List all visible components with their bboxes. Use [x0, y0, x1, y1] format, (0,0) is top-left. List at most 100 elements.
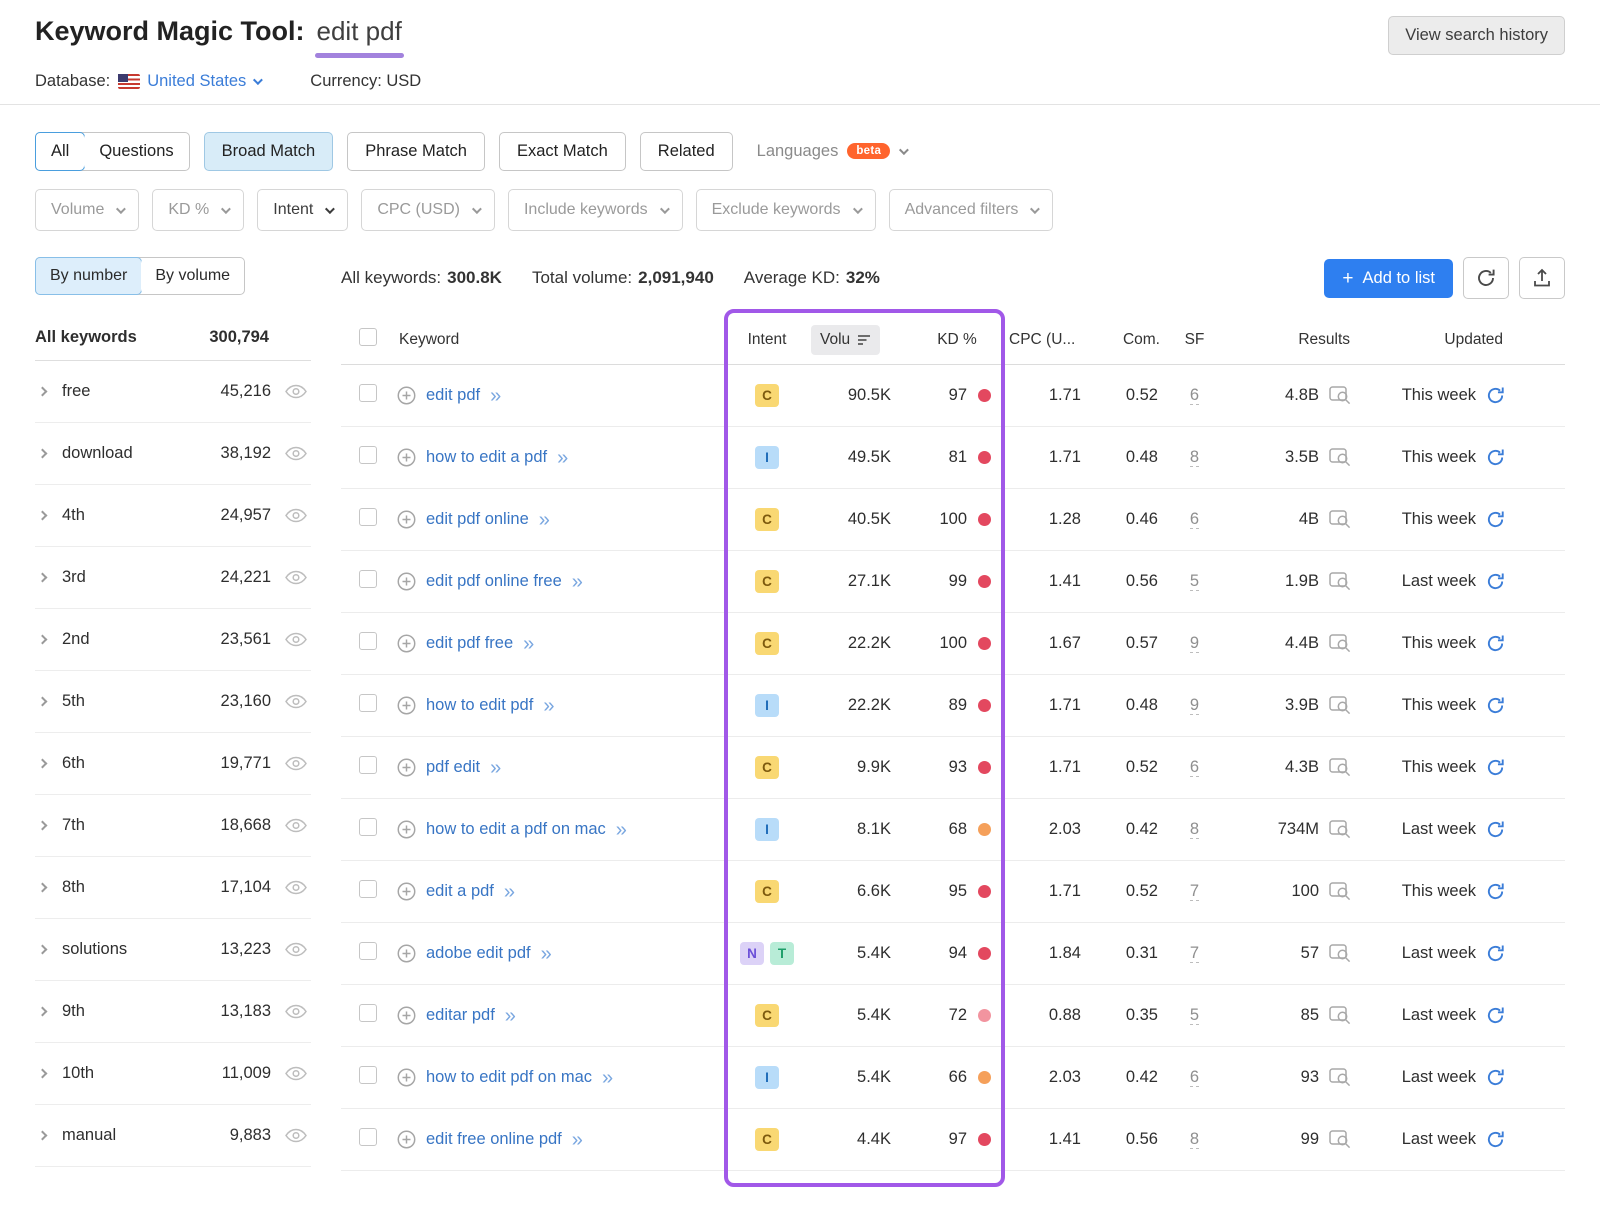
tab-related[interactable]: Related	[640, 132, 733, 171]
filter-dropdown[interactable]: Include keywords	[508, 189, 683, 231]
keyword-link[interactable]: edit a pdf	[426, 882, 494, 901]
sf-link[interactable]: 6	[1190, 1068, 1199, 1087]
add-keyword-icon[interactable]	[397, 758, 416, 777]
double-chevron-icon[interactable]: »	[504, 882, 515, 902]
keyword-link[interactable]: pdf edit	[426, 758, 480, 777]
keyword-link[interactable]: how to edit a pdf on mac	[426, 820, 606, 839]
languages-dropdown[interactable]: Languages beta	[757, 142, 907, 161]
sf-link[interactable]: 6	[1190, 386, 1199, 405]
eye-icon[interactable]	[285, 818, 311, 833]
sidebar-keyword-group[interactable]: 10th 11,009	[35, 1043, 311, 1105]
keyword-link[interactable]: edit pdf online	[426, 510, 529, 529]
filter-dropdown[interactable]: Advanced filters	[889, 189, 1054, 231]
sidebar-keyword-group[interactable]: 7th 18,668	[35, 795, 311, 857]
double-chevron-icon[interactable]: »	[572, 1130, 583, 1150]
row-checkbox[interactable]	[359, 756, 377, 774]
column-kd[interactable]: KD %	[907, 331, 1007, 349]
column-keyword[interactable]: Keyword	[397, 331, 727, 349]
refresh-table-button[interactable]	[1463, 257, 1509, 299]
eye-icon[interactable]	[285, 1128, 311, 1143]
select-all-checkbox[interactable]	[359, 328, 377, 346]
eye-icon[interactable]	[285, 942, 311, 957]
sf-link[interactable]: 8	[1190, 1130, 1199, 1149]
double-chevron-icon[interactable]: »	[557, 448, 568, 468]
add-keyword-icon[interactable]	[397, 386, 416, 405]
refresh-icon[interactable]	[1486, 572, 1505, 591]
serp-viewer-icon[interactable]	[1329, 448, 1352, 467]
double-chevron-icon[interactable]: »	[539, 510, 550, 530]
add-to-list-button[interactable]: + Add to list	[1324, 259, 1453, 298]
refresh-icon[interactable]	[1486, 758, 1505, 777]
sf-link[interactable]: 9	[1190, 696, 1199, 715]
refresh-icon[interactable]	[1486, 1130, 1505, 1149]
database-selector[interactable]: United States	[118, 72, 260, 91]
sidebar-keyword-group[interactable]: free 45,216	[35, 361, 311, 423]
filter-dropdown[interactable]: Intent	[257, 189, 348, 231]
serp-viewer-icon[interactable]	[1329, 1006, 1352, 1025]
column-intent[interactable]: Intent	[727, 331, 807, 349]
add-keyword-icon[interactable]	[397, 634, 416, 653]
sf-link[interactable]: 5	[1190, 1006, 1199, 1025]
sf-link[interactable]: 6	[1190, 758, 1199, 777]
row-checkbox[interactable]	[359, 1004, 377, 1022]
column-updated[interactable]: Updated	[1352, 331, 1565, 349]
row-checkbox[interactable]	[359, 818, 377, 836]
column-results[interactable]: Results	[1217, 331, 1352, 349]
sort-by-volume[interactable]: By volume	[141, 258, 244, 294]
refresh-icon[interactable]	[1486, 882, 1505, 901]
export-button[interactable]	[1519, 257, 1565, 299]
tab-exact-match[interactable]: Exact Match	[499, 132, 626, 171]
keyword-link[interactable]: editar pdf	[426, 1006, 495, 1025]
double-chevron-icon[interactable]: »	[490, 386, 501, 406]
row-checkbox[interactable]	[359, 384, 377, 402]
row-checkbox[interactable]	[359, 570, 377, 588]
refresh-icon[interactable]	[1486, 696, 1505, 715]
add-keyword-icon[interactable]	[397, 696, 416, 715]
sf-link[interactable]: 8	[1190, 820, 1199, 839]
eye-icon[interactable]	[285, 1004, 311, 1019]
double-chevron-icon[interactable]: »	[616, 820, 627, 840]
add-keyword-icon[interactable]	[397, 510, 416, 529]
add-keyword-icon[interactable]	[397, 882, 416, 901]
keyword-link[interactable]: how to edit pdf	[426, 696, 533, 715]
eye-icon[interactable]	[285, 570, 311, 585]
serp-viewer-icon[interactable]	[1329, 1130, 1352, 1149]
refresh-icon[interactable]	[1486, 1006, 1505, 1025]
sf-link[interactable]: 6	[1190, 510, 1199, 529]
serp-viewer-icon[interactable]	[1329, 1068, 1352, 1087]
row-checkbox[interactable]	[359, 632, 377, 650]
tab-broad-match[interactable]: Broad Match	[204, 132, 334, 171]
column-com[interactable]: Com.	[1097, 331, 1172, 349]
serp-viewer-icon[interactable]	[1329, 882, 1352, 901]
keyword-link[interactable]: how to edit a pdf	[426, 448, 547, 467]
sidebar-keyword-group[interactable]: 6th 19,771	[35, 733, 311, 795]
double-chevron-icon[interactable]: »	[541, 944, 552, 964]
sidebar-keyword-group[interactable]: 2nd 23,561	[35, 609, 311, 671]
add-keyword-icon[interactable]	[397, 944, 416, 963]
keyword-link[interactable]: edit pdf	[426, 386, 480, 405]
row-checkbox[interactable]	[359, 880, 377, 898]
refresh-icon[interactable]	[1486, 510, 1505, 529]
column-sf[interactable]: SF	[1172, 331, 1217, 349]
keyword-link[interactable]: adobe edit pdf	[426, 944, 531, 963]
serp-viewer-icon[interactable]	[1329, 386, 1352, 405]
tab-phrase-match[interactable]: Phrase Match	[347, 132, 485, 171]
add-keyword-icon[interactable]	[397, 820, 416, 839]
eye-icon[interactable]	[285, 880, 311, 895]
add-keyword-icon[interactable]	[397, 572, 416, 591]
sf-link[interactable]: 7	[1190, 882, 1199, 901]
sidebar-keyword-group[interactable]: solutions 13,223	[35, 919, 311, 981]
eye-icon[interactable]	[285, 508, 311, 523]
row-checkbox[interactable]	[359, 942, 377, 960]
add-keyword-icon[interactable]	[397, 448, 416, 467]
serp-viewer-icon[interactable]	[1329, 510, 1352, 529]
keyword-link[interactable]: edit pdf free	[426, 634, 513, 653]
column-volume-sorted[interactable]: Volu	[811, 325, 880, 355]
row-checkbox[interactable]	[359, 1066, 377, 1084]
eye-icon[interactable]	[285, 632, 311, 647]
double-chevron-icon[interactable]: »	[523, 634, 534, 654]
serp-viewer-icon[interactable]	[1329, 572, 1352, 591]
row-checkbox[interactable]	[359, 446, 377, 464]
sf-link[interactable]: 9	[1190, 634, 1199, 653]
eye-icon[interactable]	[285, 694, 311, 709]
